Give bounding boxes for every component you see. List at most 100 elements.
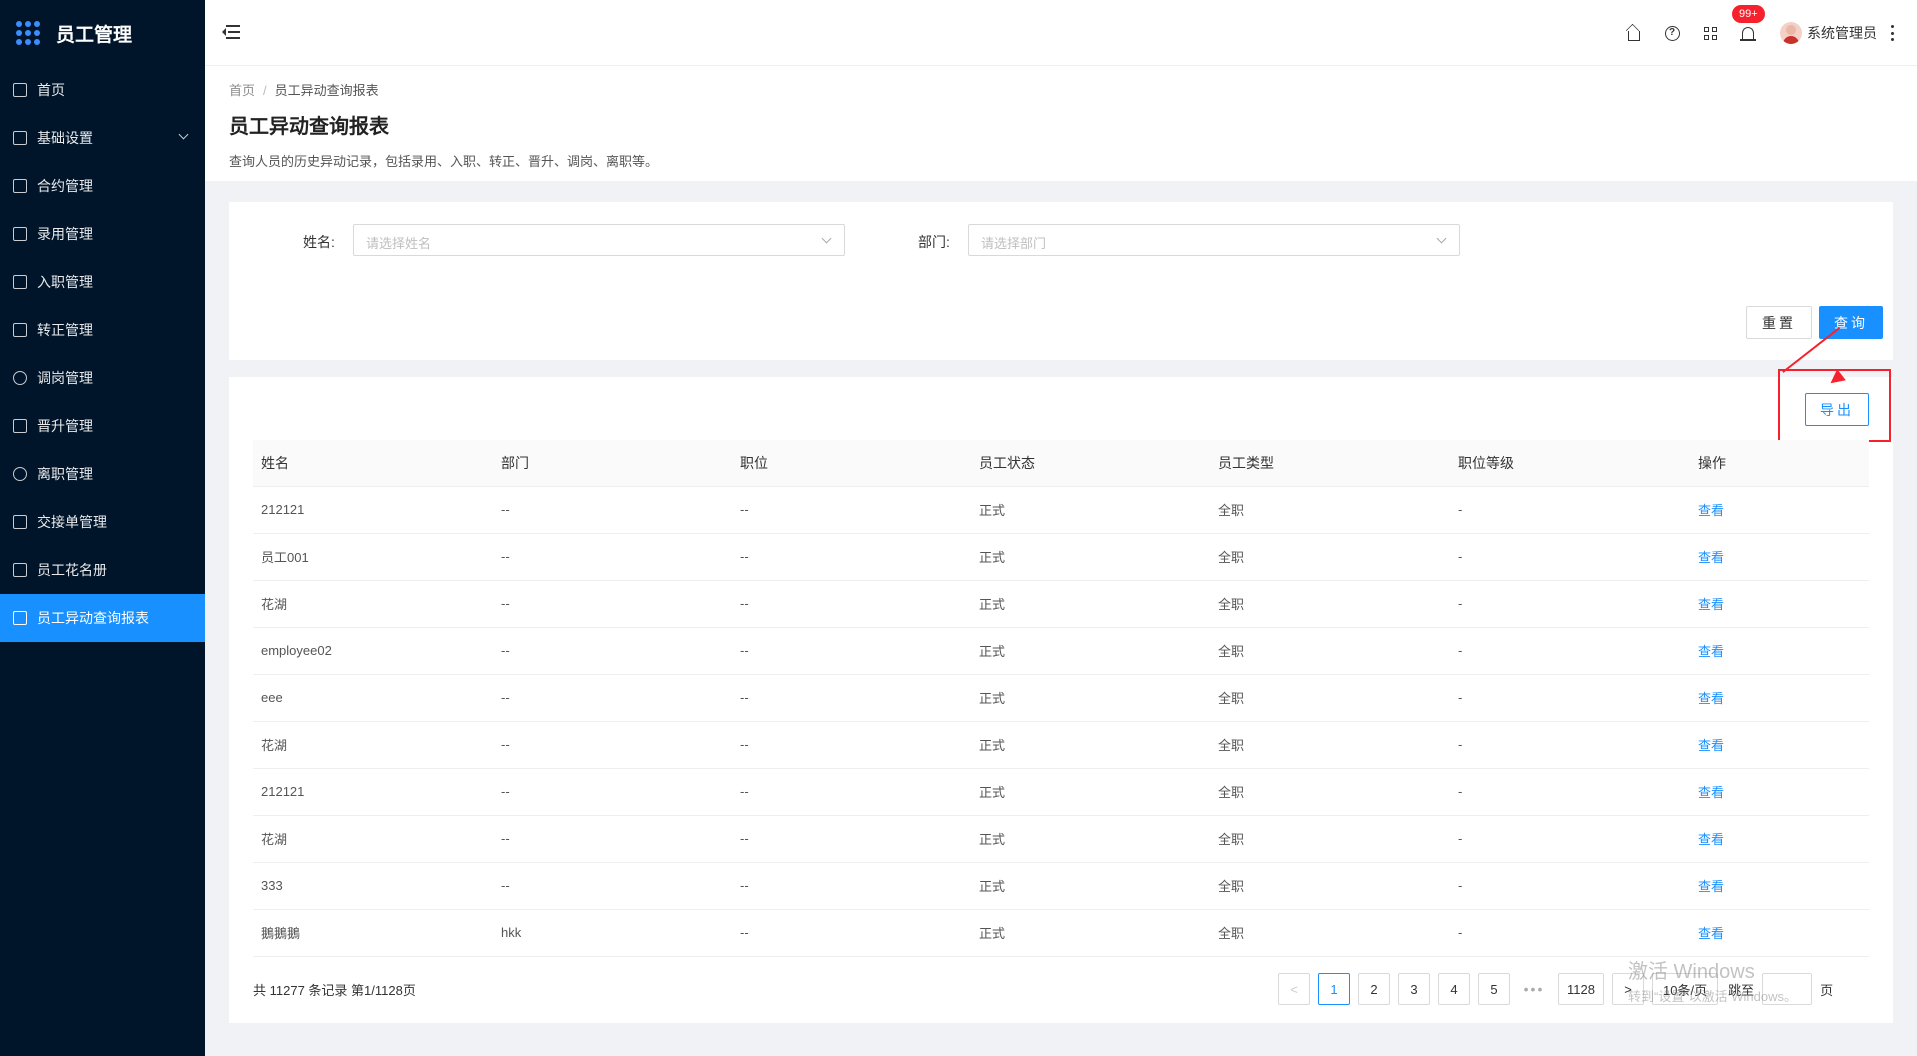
table-cell: -- [493, 768, 732, 816]
sidebar-item-label: 入职管理 [37, 274, 93, 290]
view-link[interactable]: 查看 [1698, 644, 1724, 659]
sidebar-item-hire[interactable]: 录用管理 [0, 210, 205, 258]
menu-collapse-icon[interactable] [222, 24, 240, 40]
view-link[interactable]: 查看 [1698, 597, 1724, 612]
home-icon[interactable] [1624, 23, 1644, 43]
column-header: 员工类型 [1210, 440, 1450, 487]
more-vertical-icon[interactable] [1891, 25, 1895, 41]
apps-icon[interactable] [1700, 23, 1720, 43]
page-button-1[interactable]: 1 [1318, 973, 1350, 1005]
table-cell: 全职 [1210, 721, 1450, 769]
user-name[interactable]: 系统管理员 [1807, 23, 1877, 43]
app-logo[interactable]: 员工管理 [0, 0, 205, 66]
sidebar-item-onboard[interactable]: 入职管理 [0, 258, 205, 306]
sidebar-item-leave[interactable]: 离职管理 [0, 450, 205, 498]
table-cell: 212121 [253, 486, 493, 534]
view-link[interactable]: 查看 [1698, 879, 1724, 894]
dept-select[interactable]: 请选择部门 [968, 224, 1460, 256]
sidebar-item-roster[interactable]: 员工花名册 [0, 546, 205, 594]
reset-button[interactable]: 重置 [1746, 306, 1812, 339]
table-cell: 212121 [253, 768, 493, 816]
view-link[interactable]: 查看 [1698, 738, 1724, 753]
prev-page-button[interactable]: < [1278, 973, 1310, 1005]
sidebar-item-label: 交接单管理 [37, 514, 107, 530]
table-cell: 花湖 [253, 815, 493, 863]
calendar-icon [13, 179, 27, 193]
page-button-5[interactable]: 5 [1478, 973, 1510, 1005]
results-card: 导出 姓名 部门 职位 员工状态 员工类型 职位等级 操作 212121 -- --… [229, 327, 1893, 1023]
sidebar-item-label: 离职管理 [37, 466, 93, 482]
table-cell: 查看 [1690, 768, 1869, 816]
sidebar-item-transfer[interactable]: 调岗管理 [0, 354, 205, 402]
table-cell: - [1450, 909, 1690, 957]
table-cell: 花湖 [253, 721, 493, 769]
table-row: 花湖 -- -- 正式 全职 - 查看 [253, 815, 1869, 863]
watermark-title: 激活 Windows [1628, 961, 1755, 983]
table-cell: 全职 [1210, 674, 1450, 722]
sidebar: 员工管理 首页 基础设置 合约管理 录用管理 入职管理 转正管理 调岗管理 晋升… [0, 0, 205, 1056]
page-button-last[interactable]: 1128 [1558, 973, 1604, 1005]
view-link[interactable]: 查看 [1698, 785, 1724, 800]
help-icon[interactable]: ? [1662, 23, 1682, 43]
page-ellipsis[interactable]: ••• [1518, 981, 1550, 997]
sidebar-item-label: 员工异动查询报表 [37, 610, 149, 626]
avatar[interactable] [1780, 22, 1802, 44]
dept-placeholder: 请选择部门 [981, 236, 1047, 251]
table-cell: 查看 [1690, 674, 1869, 722]
table-cell: -- [493, 627, 732, 675]
header-actions: ? 99+ 系统管理员 [1624, 0, 1917, 66]
page-button-3[interactable]: 3 [1398, 973, 1430, 1005]
promotion-icon [13, 419, 27, 433]
roster-icon [13, 563, 27, 577]
table-cell: 正式 [971, 768, 1210, 816]
page-description: 查询人员的历史异动记录，包括录用、入职、转正、晋升、调岗、离职等。 [229, 154, 659, 169]
table-cell: -- [732, 909, 971, 957]
table-cell: 查看 [1690, 533, 1869, 581]
total-records: 共 11277 条记录 第1/1128页 [253, 983, 416, 998]
table-cell: -- [732, 815, 971, 863]
sidebar-item-label: 员工花名册 [37, 562, 107, 578]
sidebar-item-handover[interactable]: 交接单管理 [0, 498, 205, 546]
breadcrumb-home[interactable]: 首页 [229, 83, 255, 98]
sidebar-item-basic-settings[interactable]: 基础设置 [0, 114, 205, 162]
view-link[interactable]: 查看 [1698, 691, 1724, 706]
table-cell: -- [732, 627, 971, 675]
table-cell: - [1450, 533, 1690, 581]
table-cell: 全职 [1210, 768, 1450, 816]
sidebar-item-change-report[interactable]: 员工异动查询报表 [0, 594, 205, 642]
sidebar-item-promotion[interactable]: 晋升管理 [0, 402, 205, 450]
page-button-2[interactable]: 2 [1358, 973, 1390, 1005]
name-select[interactable]: 请选择姓名 [353, 224, 845, 256]
chevron-left-icon: < [1290, 981, 1298, 997]
table-cell: -- [493, 533, 732, 581]
table-cell: 正式 [971, 486, 1210, 534]
home-icon [13, 83, 27, 97]
table-cell: 全职 [1210, 533, 1450, 581]
table-row: 212121 -- -- 正式 全职 - 查看 [253, 486, 1869, 534]
sidebar-item-contract[interactable]: 合约管理 [0, 162, 205, 210]
chevron-down-icon [178, 129, 189, 140]
table-cell: 查看 [1690, 486, 1869, 534]
page-button-4[interactable]: 4 [1438, 973, 1470, 1005]
bell-icon[interactable]: 99+ [1732, 5, 1765, 43]
column-header: 职位 [732, 440, 971, 487]
table-row: 212121 -- -- 正式 全职 - 查看 [253, 768, 1869, 816]
view-link[interactable]: 查看 [1698, 926, 1724, 941]
table-row: 花湖 -- -- 正式 全职 - 查看 [253, 721, 1869, 769]
windows-activation-watermark: 激活 Windows 转到“设置”以激活 Windows。 [1628, 955, 1797, 1005]
table-cell: -- [493, 721, 732, 769]
view-link[interactable]: 查看 [1698, 550, 1724, 565]
sidebar-item-label: 调岗管理 [37, 370, 93, 386]
sidebar-item-home[interactable]: 首页 [0, 66, 205, 114]
view-link[interactable]: 查看 [1698, 832, 1724, 847]
table-cell: 全职 [1210, 627, 1450, 675]
table-row: employee02 -- -- 正式 全职 - 查看 [253, 627, 1869, 675]
sidebar-item-regular[interactable]: 转正管理 [0, 306, 205, 354]
table-cell: -- [732, 721, 971, 769]
chevron-down-icon [821, 233, 832, 244]
export-button[interactable]: 导出 [1805, 393, 1869, 426]
table-cell: 正式 [971, 674, 1210, 722]
view-link[interactable]: 查看 [1698, 503, 1724, 518]
table-cell: 正式 [971, 862, 1210, 910]
sidebar-item-label: 首页 [37, 82, 65, 98]
